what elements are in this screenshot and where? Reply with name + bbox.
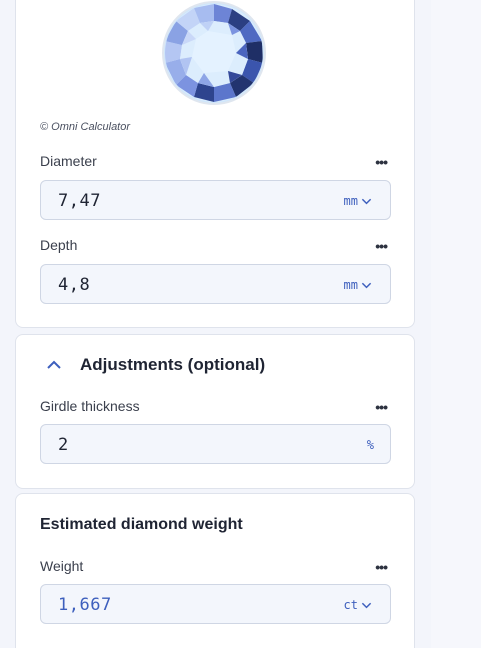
page-side-background <box>431 0 481 648</box>
depth-unit-select[interactable]: mm <box>344 278 372 292</box>
girdle-thickness-label: Girdle thickness <box>40 398 140 414</box>
adjustments-title[interactable]: Adjustments (optional) <box>80 355 265 375</box>
diamond-icon <box>162 1 266 105</box>
copyright-credit: © Omni Calculator <box>40 121 131 133</box>
weight-unit-select[interactable]: ct <box>344 598 372 612</box>
girdle-thickness-input[interactable]: 2 % <box>40 424 391 464</box>
adjustments-card: Adjustments (optional) Girdle thickness … <box>15 334 415 489</box>
diameter-input[interactable]: 7,47 mm <box>40 180 391 220</box>
chevron-down-icon <box>361 198 372 204</box>
estimated-weight-title: Estimated diamond weight <box>40 516 243 533</box>
diameter-label: Diameter <box>40 153 97 169</box>
girdle-more-icon[interactable]: ••• <box>375 400 388 414</box>
weight-unit-label: ct <box>343 598 358 612</box>
chevron-down-icon <box>361 602 372 608</box>
depth-more-icon[interactable]: ••• <box>375 239 388 253</box>
diameter-more-icon[interactable]: ••• <box>375 155 388 169</box>
diameter-unit-select[interactable]: mm <box>344 194 372 208</box>
weight-output[interactable]: 1,667 ct <box>40 584 391 624</box>
depth-value[interactable]: 4,8 <box>58 275 90 295</box>
weight-more-icon[interactable]: ••• <box>375 560 388 574</box>
diameter-value[interactable]: 7,47 <box>58 191 101 211</box>
chevron-up-icon[interactable] <box>46 359 62 371</box>
dimensions-card: © Omni Calculator Diameter ••• 7,47 mm D… <box>15 0 415 328</box>
depth-label: Depth <box>40 237 78 253</box>
estimated-weight-card: Estimated diamond weight Weight ••• 1,66… <box>15 493 415 648</box>
girdle-unit-label: % <box>366 438 374 452</box>
depth-input[interactable]: 4,8 mm <box>40 264 391 304</box>
girdle-thickness-value[interactable]: 2 <box>58 435 69 455</box>
chevron-down-icon <box>361 282 372 288</box>
diameter-unit-label: mm <box>343 194 358 208</box>
weight-label: Weight <box>40 558 84 574</box>
depth-unit-label: mm <box>343 278 358 292</box>
weight-value[interactable]: 1,667 <box>58 595 112 615</box>
